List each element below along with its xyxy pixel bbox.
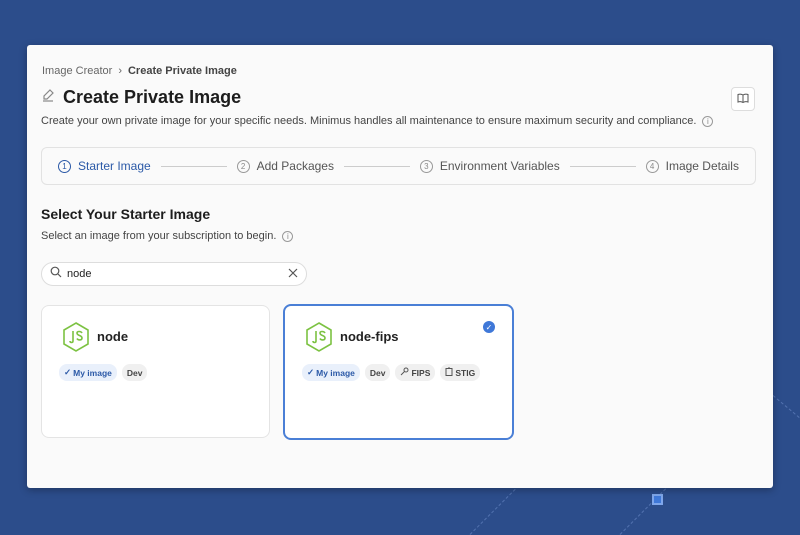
book-icon (737, 90, 749, 108)
selected-check-icon: ✓ (483, 321, 495, 333)
step-connector (344, 166, 410, 167)
search-icon (50, 265, 62, 283)
clipboard-icon (445, 367, 453, 378)
step-label: Starter Image (78, 159, 151, 173)
decor-line (773, 395, 800, 428)
search-box (41, 262, 307, 286)
tag-stig: STIG (440, 364, 480, 381)
step-add-packages[interactable]: 2 Add Packages (237, 159, 334, 173)
tag-my-image: ✓My image (302, 364, 360, 381)
main-panel: Image Creator › Create Private Image Creat… (27, 45, 773, 488)
key-icon (400, 367, 409, 378)
tag-dev: Dev (122, 364, 148, 381)
step-label: Environment Variables (440, 159, 560, 173)
image-card-node[interactable]: node ✓My image Dev (41, 305, 270, 438)
check-icon: ✓ (64, 367, 71, 378)
search-input[interactable] (67, 268, 283, 280)
step-connector (570, 166, 636, 167)
section-subtitle: Select an image from your subscription t… (41, 230, 276, 242)
step-number: 3 (420, 160, 433, 173)
info-icon[interactable]: i (282, 231, 293, 242)
step-number: 4 (646, 160, 659, 173)
step-starter-image[interactable]: 1 Starter Image (58, 159, 151, 173)
page-description: Create your own private image for your s… (41, 115, 696, 127)
tag-fips: FIPS (395, 364, 435, 381)
step-label: Image Details (666, 159, 739, 173)
edit-icon (41, 88, 55, 107)
card-title: node-fips (340, 329, 399, 344)
step-number: 1 (58, 160, 71, 173)
breadcrumb-current: Create Private Image (128, 65, 237, 77)
page-title: Create Private Image (63, 87, 241, 108)
tag-my-image: ✓My image (59, 364, 117, 381)
decor-square (652, 494, 663, 505)
clear-search-icon[interactable] (288, 265, 298, 283)
nodejs-logo-icon (305, 322, 333, 357)
check-icon: ✓ (307, 367, 314, 378)
stepper: 1 Starter Image 2 Add Packages 3 Environmen… (41, 147, 756, 185)
section-title: Select Your Starter Image (41, 206, 210, 222)
step-label: Add Packages (257, 159, 334, 173)
step-environment-variables[interactable]: 3 Environment Variables (420, 159, 560, 173)
tag-dev: Dev (365, 364, 391, 381)
chevron-right-icon: › (118, 65, 122, 77)
step-number: 2 (237, 160, 250, 173)
breadcrumb: Image Creator › Create Private Image (42, 65, 237, 77)
step-connector (161, 166, 227, 167)
image-card-node-fips[interactable]: node-fips ✓ ✓My image Dev FIPS STIG (283, 304, 514, 440)
docs-button[interactable] (731, 87, 755, 111)
step-image-details[interactable]: 4 Image Details (646, 159, 739, 173)
card-title: node (97, 329, 128, 344)
nodejs-logo-icon (62, 322, 90, 357)
breadcrumb-parent-link[interactable]: Image Creator (42, 65, 112, 77)
info-icon[interactable]: i (702, 116, 713, 127)
